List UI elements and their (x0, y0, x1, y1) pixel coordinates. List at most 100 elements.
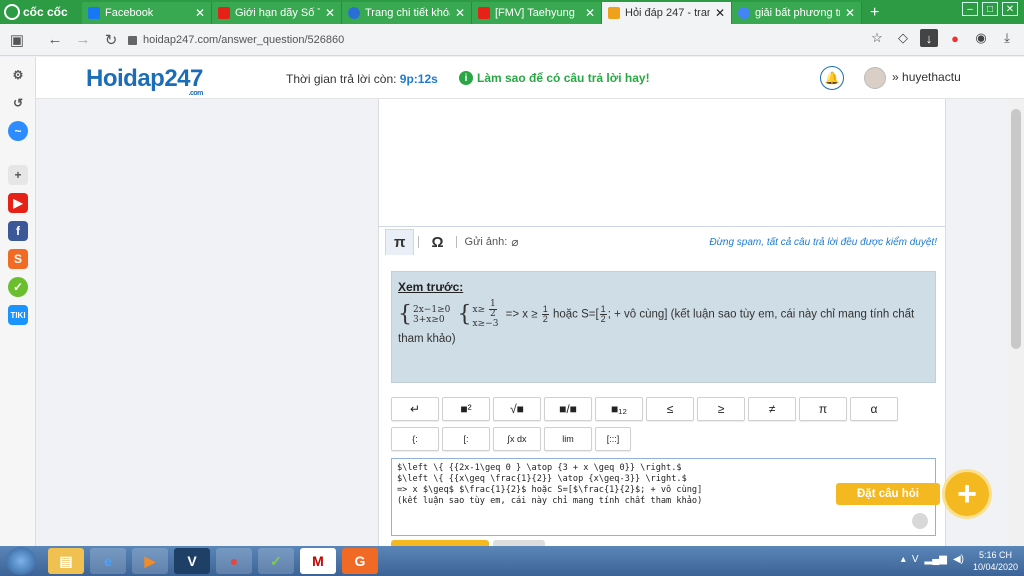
vegas-icon[interactable]: V (174, 548, 210, 574)
page-scrollbar[interactable] (1008, 99, 1024, 546)
tab-title: Hỏi đáp 247 - trang (625, 7, 710, 19)
tab-course[interactable]: Trang chi tiết khóa ✕ (342, 2, 472, 24)
tiki-icon[interactable]: TIKI (8, 305, 28, 325)
tab-youtube-2[interactable]: [FMV] Taehyung ✕ (472, 2, 602, 24)
forward-icon[interactable]: → (72, 29, 94, 51)
answer-tip-link[interactable]: i Làm sao để có câu trả lời hay! (459, 71, 650, 85)
browser-brand[interactable]: cốc cốc (0, 0, 82, 24)
bell-icon[interactable]: 🔔 (820, 66, 844, 90)
network-icon[interactable]: ▂▄▆ (925, 554, 947, 565)
username: huyethactu (902, 70, 961, 84)
coccoc-taskbar-icon[interactable]: ✓ (258, 548, 294, 574)
chrome-icon[interactable]: ● (216, 548, 252, 574)
subscript-button[interactable]: ■₁₂ (595, 397, 643, 421)
math-line: 2x−1≥0 (413, 304, 451, 315)
reload-icon[interactable]: ↻ (100, 29, 122, 51)
symbol-label: {: (412, 434, 418, 444)
tab-youtube-1[interactable]: Giới hạn dãy Số Tìm ✕ (212, 2, 342, 24)
tab-google[interactable]: giải bất phương trình ✕ (732, 2, 862, 24)
fraction-button[interactable]: ■/■ (544, 397, 592, 421)
address-bar[interactable]: hoidap247.com/answer_question/526860 (128, 29, 888, 51)
new-tab-button[interactable]: + (862, 2, 887, 24)
symbol-label: ≥ (717, 402, 725, 416)
pi-math-icon[interactable]: π (385, 229, 415, 255)
star-icon[interactable]: ☆ (868, 29, 886, 47)
globe-icon (348, 7, 360, 19)
pi-button[interactable]: π (799, 397, 847, 421)
browser-toolbar: ▣ ← → ↻ hoidap247.com/answer_question/52… (0, 24, 1024, 56)
close-window-icon[interactable]: ✕ (1002, 2, 1018, 16)
leq-button[interactable]: ≤ (646, 397, 694, 421)
account-icon[interactable]: ◉ (972, 29, 990, 47)
settings-icon[interactable]: ⚙ (8, 65, 28, 85)
clock-time: 5:16 CH (978, 550, 1012, 560)
tab-facebook[interactable]: Facebook ✕ (82, 2, 212, 24)
chevron-up-icon[interactable]: ▴ (901, 554, 906, 565)
youtube-icon (478, 7, 490, 19)
enter-symbol-button[interactable]: ↵ (391, 397, 439, 421)
avatar[interactable] (864, 67, 886, 89)
internet-explorer-icon[interactable]: e (90, 548, 126, 574)
scrollbar-thumb[interactable] (1011, 109, 1021, 349)
sqrt-button[interactable]: √■ (493, 397, 541, 421)
download-manager-icon[interactable]: ⤓ (998, 29, 1016, 47)
ask-question-label[interactable]: Đặt câu hỏi (836, 483, 940, 505)
neq-button[interactable]: ≠ (748, 397, 796, 421)
math-system-2: { x≥ 12 x≥−3 (457, 299, 499, 330)
info-icon: i (459, 71, 473, 85)
timer-value: 9p:12s (399, 72, 438, 86)
maximize-icon[interactable]: □ (982, 2, 998, 16)
preview-body: { 2x−1≥0 3+x≥0 { x≥ 12 x≥−3 => x ≥ 12 ho… (398, 300, 929, 349)
mcafee-icon[interactable]: M (300, 548, 336, 574)
youtube-icon[interactable]: ▶ (8, 193, 28, 213)
close-icon[interactable]: ✕ (585, 6, 595, 20)
vegas-tray-icon[interactable]: V (912, 554, 919, 565)
alpha-button[interactable]: α (850, 397, 898, 421)
close-icon[interactable]: ✕ (325, 6, 335, 20)
superscript-button[interactable]: ■² (442, 397, 490, 421)
limit-button[interactable]: lim (544, 427, 592, 451)
volume-icon[interactable]: ◀) (953, 554, 964, 565)
media-player-icon[interactable]: ▶ (132, 548, 168, 574)
integral-button[interactable]: ∫x dx (493, 427, 541, 451)
coccoc-extension-icon[interactable]: ● (946, 29, 964, 47)
geq-button[interactable]: ≥ (697, 397, 745, 421)
back-icon[interactable]: ← (44, 29, 66, 51)
coccoc-green-icon[interactable]: ✓ (8, 277, 28, 297)
matrix-button[interactable]: [:::] (595, 427, 631, 451)
shield-icon[interactable]: ◇ (894, 29, 912, 47)
close-icon[interactable]: ✕ (845, 6, 855, 20)
add-icon[interactable]: + (8, 165, 28, 185)
clock[interactable]: 5:16 CH 10/04/2020 (973, 549, 1018, 573)
facebook-icon[interactable]: f (8, 221, 28, 241)
tab-hoidap247[interactable]: Hỏi đáp 247 - trang ✕ (602, 2, 732, 24)
history-icon[interactable]: ↺ (8, 93, 28, 113)
sidebar-toggle-icon[interactable]: ▣ (6, 29, 28, 51)
file-explorer-icon[interactable]: ▤ (48, 548, 84, 574)
close-icon[interactable]: ✕ (455, 6, 465, 20)
foxit-icon[interactable]: G (342, 548, 378, 574)
symbol-panel: ↵ ■² √■ ■/■ ■₁₂ ≤ ≥ ≠ π α {: [: ∫x dx li… (391, 397, 936, 457)
close-icon[interactable]: ✕ (715, 6, 725, 20)
minimize-icon[interactable]: – (962, 2, 978, 16)
bracket-system-button[interactable]: [: (442, 427, 490, 451)
paperclip-icon[interactable]: ⌀ (511, 235, 518, 249)
ask-question-button[interactable]: + (942, 469, 992, 519)
symbol-label: [:::] (606, 434, 620, 444)
omega-symbol-icon[interactable]: Ω (423, 229, 451, 255)
divider (418, 236, 420, 248)
preview-text: hoặc S=[ (552, 308, 599, 321)
user-menu[interactable]: » huyethactu (892, 70, 961, 84)
preview-title: Xem trước: (398, 280, 464, 294)
system-brace-button[interactable]: {: (391, 427, 439, 451)
symbol-label: ∫x dx (507, 434, 527, 444)
window-controls: – □ ✕ (962, 2, 1018, 16)
start-button[interactable] (6, 547, 36, 575)
site-logo[interactable]: Hoidap247 .com (86, 65, 203, 97)
close-icon[interactable]: ✕ (195, 6, 205, 20)
download-icon[interactable]: ↓ (920, 29, 938, 47)
divider (455, 236, 457, 248)
messenger-icon[interactable]: ~ (8, 121, 28, 141)
shopee-icon[interactable]: S (8, 249, 28, 269)
chevron-down-icon: » (892, 70, 899, 84)
